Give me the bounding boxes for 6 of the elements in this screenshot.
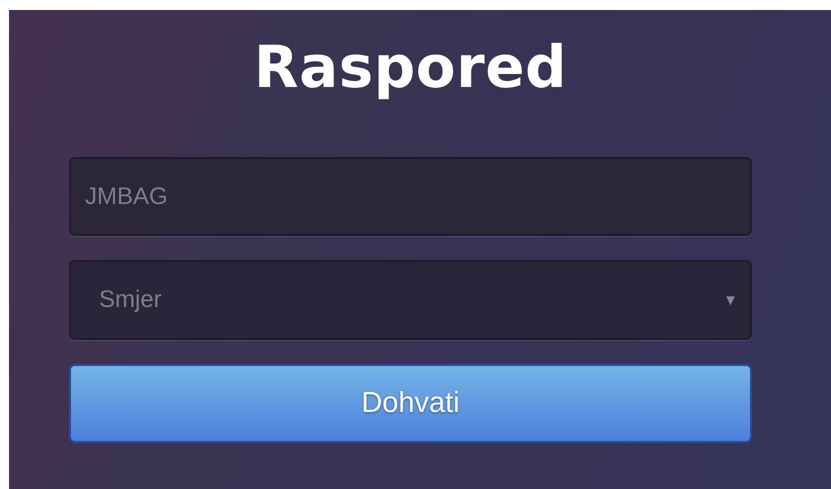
smjer-select[interactable]: Smjer ▼	[69, 260, 752, 340]
select-placeholder: Smjer	[99, 286, 162, 314]
jmbag-field[interactable]: JMBAG	[69, 157, 752, 236]
dropdown-arrow: ▼	[723, 292, 738, 308]
page-title: Raspored	[252, 32, 568, 103]
submit-button[interactable]: Dohvati	[69, 364, 752, 443]
